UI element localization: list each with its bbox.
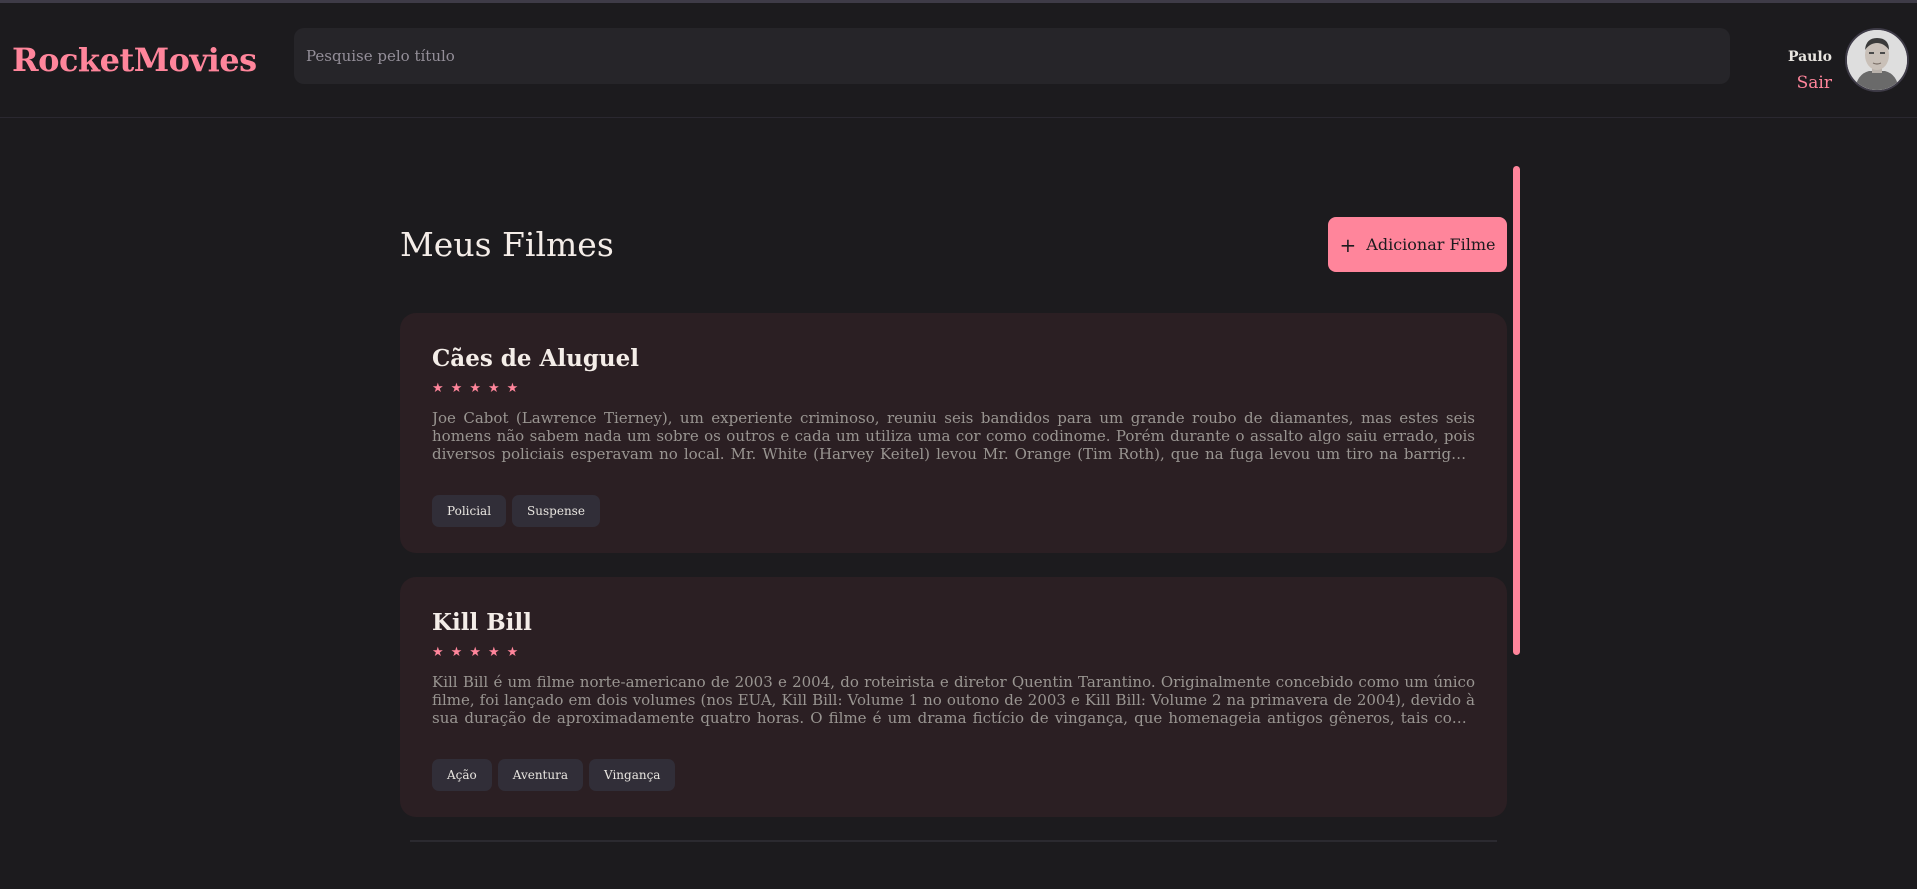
star-icon: ★ xyxy=(432,645,444,660)
add-movie-button[interactable]: + Adicionar Filme xyxy=(1328,217,1507,272)
movie-synopsis: Kill Bill é um filme norte-americano de … xyxy=(432,673,1475,727)
star-icon: ★ xyxy=(450,381,463,396)
tag: Ação xyxy=(432,759,492,791)
rating-stars: ★ ★ ★ ★ ★ xyxy=(432,382,1475,395)
movie-card[interactable]: Cães de Aluguel ★ ★ ★ ★ ★ Joe Cabot (Law… xyxy=(400,313,1507,553)
app-header: RocketMovies Paulo Sair xyxy=(0,3,1917,118)
tag-list: Ação Aventura Vingança xyxy=(432,759,1475,791)
avatar[interactable] xyxy=(1845,28,1909,92)
brand-logo[interactable]: RocketMovies xyxy=(12,41,257,79)
tag: Aventura xyxy=(497,759,583,791)
movie-title: Kill Bill xyxy=(432,609,532,636)
scrollbar[interactable] xyxy=(1513,166,1520,655)
tag: Policial xyxy=(432,495,507,527)
logout-link[interactable]: Sair xyxy=(1797,73,1832,93)
user-name: Paulo xyxy=(1787,49,1832,65)
plus-icon: + xyxy=(1339,232,1357,257)
add-movie-label: Adicionar Filme xyxy=(1366,235,1496,254)
star-icon: ★ xyxy=(469,645,481,660)
tag: Vingança xyxy=(589,759,676,791)
star-icon: ★ xyxy=(487,645,500,660)
star-icon: ★ xyxy=(506,381,519,396)
avatar-photo-icon xyxy=(1847,30,1907,90)
tag: Suspense xyxy=(512,495,600,527)
movie-title: Cães de Aluguel xyxy=(432,345,639,372)
search-input[interactable] xyxy=(294,28,1730,84)
star-icon: ★ xyxy=(469,381,481,396)
star-icon: ★ xyxy=(487,381,500,396)
star-icon: ★ xyxy=(432,381,444,396)
page-title: Meus Filmes xyxy=(400,225,614,264)
star-icon: ★ xyxy=(450,645,463,660)
movie-synopsis: Joe Cabot (Lawrence Tierney), um experie… xyxy=(432,409,1475,463)
rating-stars: ★ ★ ★ ★ ★ xyxy=(432,646,1475,659)
star-icon: ★ xyxy=(506,645,519,660)
next-card-edge xyxy=(410,840,1497,842)
movie-card[interactable]: Kill Bill ★ ★ ★ ★ ★ Kill Bill é um filme… xyxy=(400,577,1507,817)
tag-list: Policial Suspense xyxy=(432,495,1475,527)
